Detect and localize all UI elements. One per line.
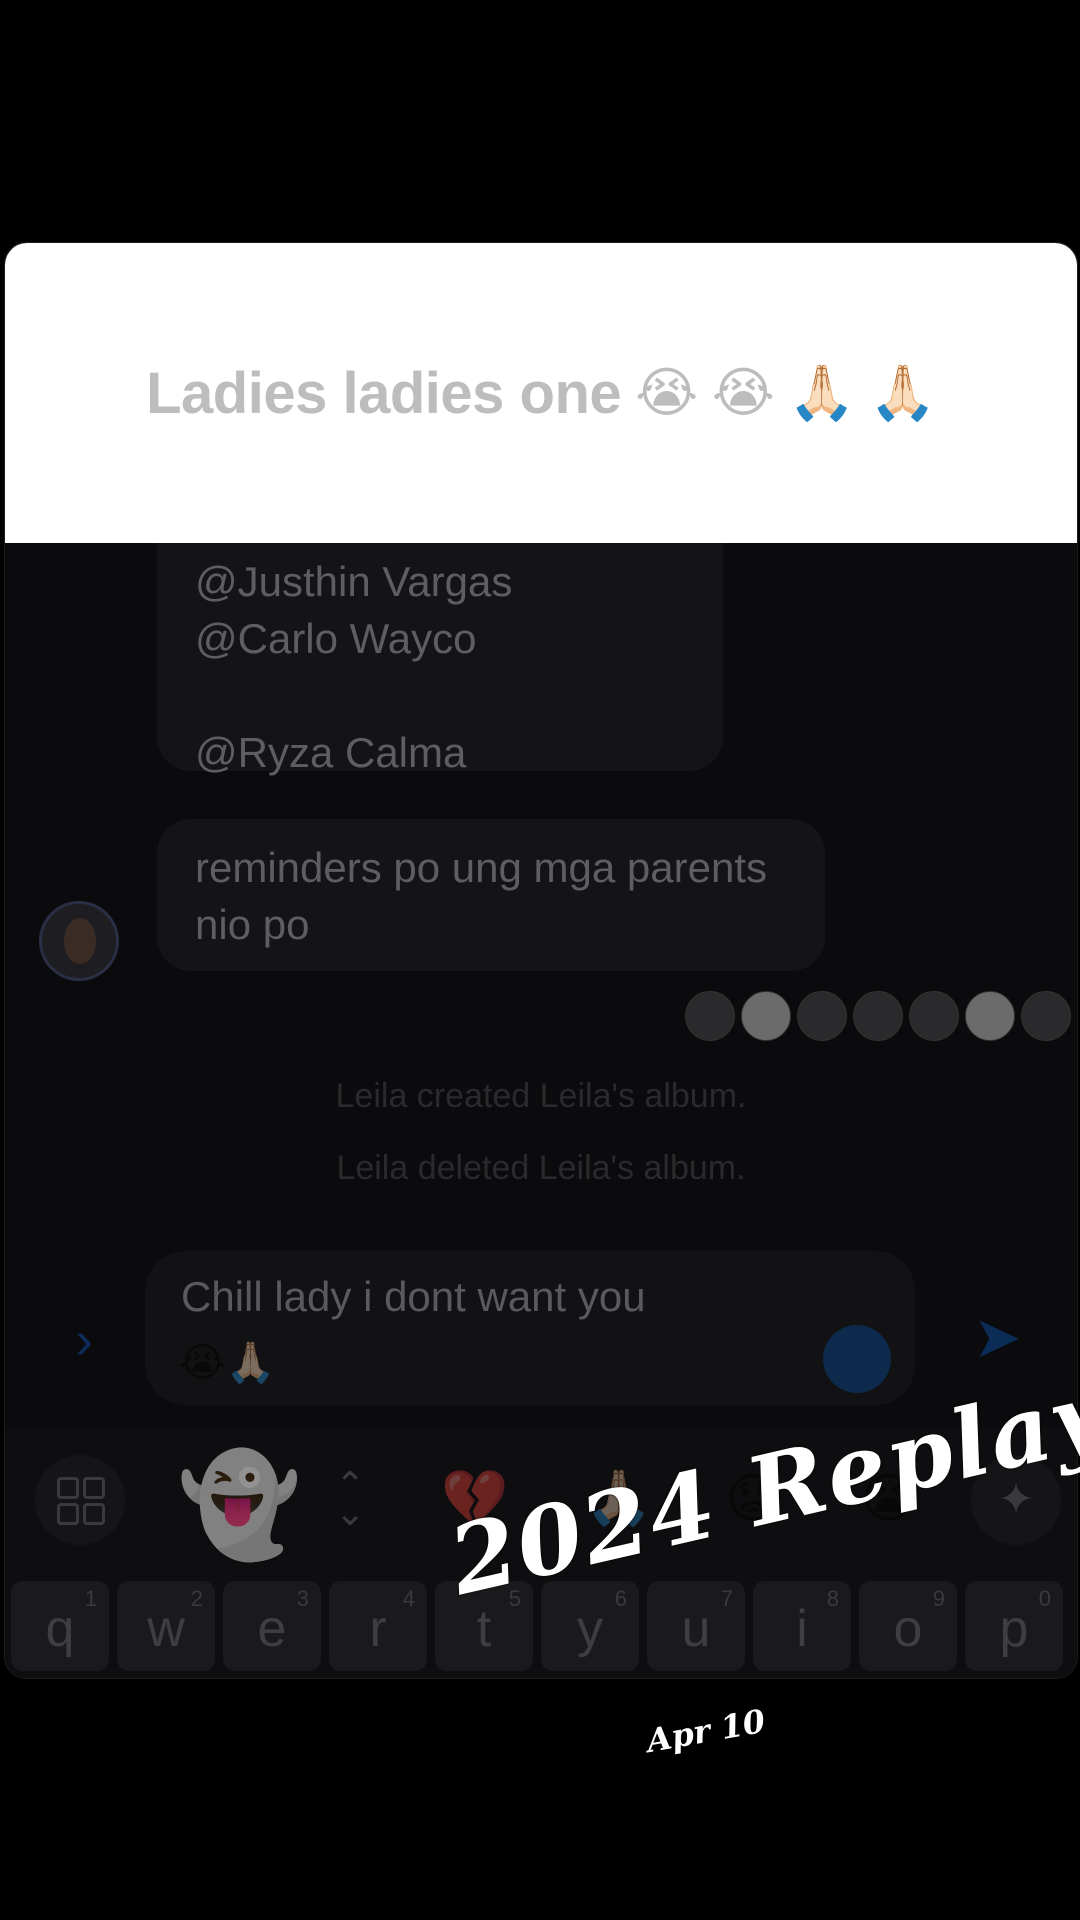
- mentions-message-bubble[interactable]: @Justhin Vargas @Carlo Wayco @Ryza Calma: [157, 523, 723, 776]
- chevron-right-icon[interactable]: ›: [75, 1309, 93, 1371]
- emoji-button[interactable]: [823, 1325, 891, 1393]
- expand-collapse-icon[interactable]: ⌃ ⌄: [335, 1467, 365, 1531]
- message-input-emojis: 😭🙏🏻: [179, 1341, 276, 1385]
- emoji-suggestion[interactable]: 👻: [177, 1447, 302, 1564]
- key-u[interactable]: 7u: [647, 1581, 745, 1671]
- reader-avatar: [685, 991, 735, 1041]
- story-text-box[interactable]: Ladies ladies one 😭 😭 🙏🏻 🙏🏻: [5, 243, 1077, 543]
- mention[interactable]: @Justhin Vargas: [195, 553, 685, 610]
- message-input-text: Chill lady i dont want you: [181, 1273, 646, 1320]
- key-o[interactable]: 9o: [859, 1581, 957, 1671]
- message-bubble[interactable]: reminders po ung mga parents nio po: [157, 819, 825, 971]
- system-message: Leila deleted Leila's album.: [336, 1149, 746, 1187]
- message-input[interactable]: Chill lady i dont want you 😭🙏🏻: [145, 1251, 915, 1405]
- reader-avatar: [965, 991, 1015, 1041]
- story-text-label: Ladies ladies one: [146, 360, 622, 426]
- reader-avatar: [741, 991, 791, 1041]
- sender-avatar[interactable]: [39, 901, 119, 981]
- key-e[interactable]: 3e: [223, 1581, 321, 1671]
- crying-emoji: 😭: [711, 363, 775, 423]
- reader-avatar: [909, 991, 959, 1041]
- system-message: Leila created Leila's album.: [335, 1077, 747, 1115]
- praying-hands-emoji: 🙏🏻: [869, 363, 936, 423]
- story-text: Ladies ladies one 😭 😭 🙏🏻 🙏🏻: [146, 360, 936, 427]
- key-p[interactable]: 0p: [965, 1581, 1063, 1671]
- reader-avatar: [797, 991, 847, 1041]
- mention[interactable]: @Ryza Calma: [195, 724, 685, 781]
- reader-avatar: [1021, 991, 1071, 1041]
- message-text: reminders po ung mga parents nio po: [195, 844, 767, 948]
- key-r[interactable]: 4r: [329, 1581, 427, 1671]
- read-receipts[interactable]: [685, 991, 1071, 1041]
- apps-grid-icon[interactable]: [35, 1455, 125, 1545]
- key-i[interactable]: 8i: [753, 1581, 851, 1671]
- mention[interactable]: @Carlo Wayco: [195, 610, 685, 667]
- key-q[interactable]: 1q: [11, 1581, 109, 1671]
- praying-hands-emoji: 🙏🏻: [788, 363, 856, 423]
- send-icon[interactable]: ➤: [973, 1303, 1022, 1371]
- replay-date: Apr 10: [643, 1701, 769, 1761]
- key-w[interactable]: 2w: [117, 1581, 215, 1671]
- reader-avatar: [853, 991, 903, 1041]
- crying-emoji: 😭: [635, 363, 698, 423]
